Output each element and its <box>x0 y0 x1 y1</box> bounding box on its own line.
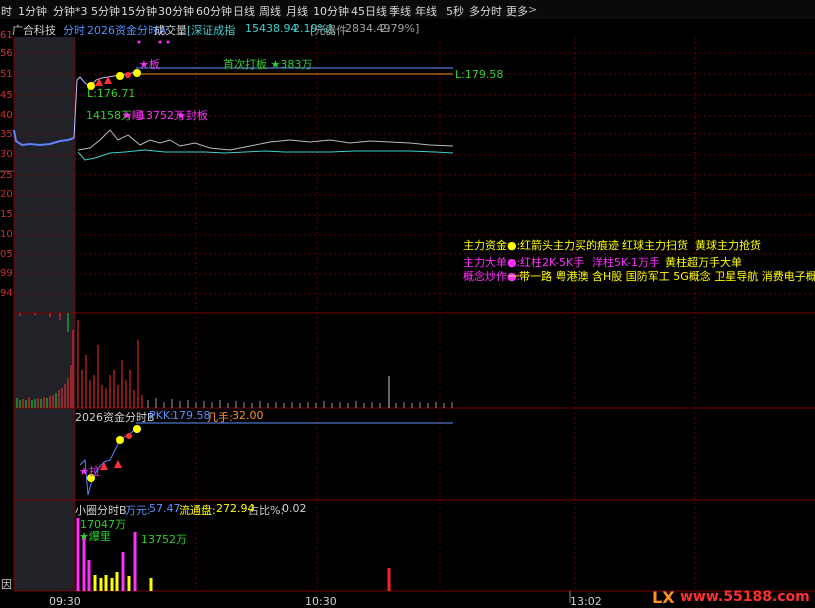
red-ball-marker <box>126 433 132 439</box>
pkk-value: 179.58 <box>172 409 211 422</box>
price-axis-label: 40 <box>0 110 13 121</box>
wan-label: 万元: <box>125 504 151 517</box>
price-axis-label: 51 <box>0 69 13 80</box>
magenta-dot <box>158 40 162 44</box>
panel3-left-tag: 因 <box>1 578 12 591</box>
low-price-label: L:176.71 <box>87 87 136 100</box>
pkk-label: PKK: <box>149 409 174 422</box>
legend-fund-label: 主力资金●: <box>463 239 521 252</box>
watermark-logo: LX <box>652 588 675 607</box>
seal-annotation: ★封板 <box>176 109 208 122</box>
price-axis-label: 61 <box>0 30 13 41</box>
price-axis-label: 45 <box>0 90 13 101</box>
burst-tag: ★爆里 <box>79 530 111 543</box>
price-axis-label: 25 <box>0 170 13 181</box>
panel3-value-2: 13752万 <box>141 533 187 546</box>
watermark-url: www.55188.com <box>680 589 810 605</box>
premarket-shade <box>14 37 75 591</box>
time-label-mid: 10:30 <box>305 595 337 608</box>
time-label-cursor: 13:02 <box>570 595 602 608</box>
first-limit-annotation: 首次打板 ★383万 <box>223 58 313 71</box>
float-label: 流通盘: <box>179 504 216 517</box>
ratio-label: 占比%: <box>248 504 285 517</box>
price-axis-label: 56 <box>0 48 13 59</box>
time-label-open: 09:30 <box>49 595 81 608</box>
yellow-ball-marker <box>116 436 124 444</box>
legend-concept-text: 一带一路 粤港澳 含H股 国防军工 5G概念 卫星导航 消费电子概念 汽车电 <box>508 270 815 283</box>
legend-fund-a: 红箭头主力买的痕迹 <box>520 239 619 252</box>
red-ball-marker <box>125 72 131 78</box>
price-axis-label: 30 <box>0 149 13 160</box>
hand-label: 几手: <box>207 411 233 424</box>
legend-fund-b: 红球主力扫货 <box>622 239 688 252</box>
red-arrow-marker <box>100 462 108 470</box>
magenta-dot <box>166 40 170 44</box>
red-arrow-marker <box>114 460 122 468</box>
price-axis-label: 35 <box>0 129 13 140</box>
pull-tag: ★拉 <box>79 465 100 478</box>
board-annotation: ★板 <box>139 58 160 71</box>
price-axis-label: 20 <box>0 189 13 200</box>
price-axis-label: 94 <box>0 288 13 299</box>
price-line <box>73 71 137 139</box>
panel2-title[interactable]: 2026资金分时B <box>75 409 155 425</box>
price-axis-label: 05 <box>0 249 13 260</box>
volume-bars <box>16 313 453 408</box>
hand-value: 32.00 <box>232 409 264 422</box>
price-axis-label: 10 <box>0 229 13 240</box>
price-axis-label: 99 <box>0 268 13 279</box>
wan-value: 57.47 <box>149 502 181 515</box>
yellow-ball-marker <box>116 72 124 80</box>
limit-price-label: L:179.58 <box>455 68 504 81</box>
price-axis-label: 15 <box>0 209 13 220</box>
yellow-ball-marker <box>133 425 141 433</box>
ratio-value: 0.02 <box>282 502 307 515</box>
magenta-dot <box>137 40 141 44</box>
red-arrow-marker <box>95 78 103 86</box>
legend-fund-c: 黄球主力抢货 <box>695 239 761 252</box>
avg-line-white <box>77 129 454 151</box>
